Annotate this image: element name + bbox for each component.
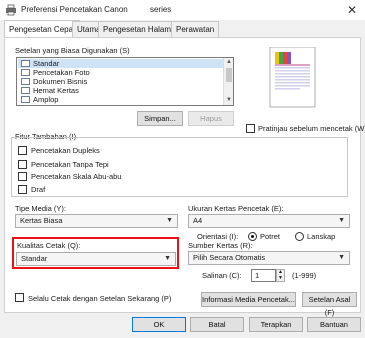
media-type-select[interactable]: Kertas Biasa ▼ [15, 214, 178, 228]
media-type-label: Tipe Media (Y): [15, 204, 66, 213]
close-button[interactable]: ✕ [344, 2, 360, 18]
portrait-label: Potret [260, 232, 281, 241]
envelope-icon [21, 96, 30, 103]
media-info-button[interactable]: Informasi Media Pencetak... [201, 292, 296, 307]
landscape-label: Lanskap [307, 232, 336, 241]
borderless-label: Pencetakan Tanpa Tepi [31, 160, 109, 169]
duplex-checkbox[interactable] [18, 146, 27, 155]
borderless-checkbox[interactable] [18, 160, 27, 169]
scroll-down-icon[interactable]: ▼ [224, 96, 233, 105]
photo-icon [21, 69, 30, 76]
copies-label: Salinan (C): [202, 271, 242, 280]
chevron-down-icon: ▼ [338, 254, 345, 261]
paper-source-select[interactable]: Pilih Secara Otomatis ▼ [188, 251, 350, 265]
copies-stepper[interactable]: ▲ ▼ [276, 269, 285, 282]
duplex-label: Pencetakan Dupleks [31, 146, 100, 155]
tab-maintenance[interactable]: Perawatan [171, 21, 220, 37]
scroll-up-icon[interactable]: ▲ [224, 58, 233, 67]
portrait-radio[interactable] [248, 232, 257, 241]
document-icon [21, 87, 30, 94]
draft-label: Draf [31, 185, 46, 194]
list-item[interactable]: Amplop [18, 95, 223, 104]
presets-scrollbar[interactable]: ▲ ▼ [223, 58, 233, 105]
copies-range: (1-999) [292, 271, 317, 280]
landscape-radio[interactable] [295, 232, 304, 241]
delete-button[interactable]: Hapus [188, 111, 234, 126]
preview-check-label: Pratinjau sebelum mencetak (W) [258, 124, 365, 133]
tab-quick-setup[interactable]: Pengesetan Cepat [4, 20, 81, 38]
list-item[interactable]: Pencetakan Foto [18, 68, 223, 77]
quality-label: Kualitas Cetak (Q): [17, 241, 81, 250]
apply-button[interactable]: Terapkan [249, 317, 303, 332]
printer-icon [6, 4, 16, 16]
chevron-down-icon: ▼ [166, 217, 173, 224]
always-print-label: Selalu Cetak dengan Setelan Sekarang (P) [28, 294, 172, 303]
scroll-thumb[interactable] [226, 68, 232, 82]
ok-button[interactable]: OK [132, 317, 186, 332]
document-icon [21, 78, 30, 85]
preview-checkbox[interactable] [246, 124, 255, 133]
chevron-down-icon: ▼ [338, 217, 345, 224]
chevron-down-icon: ▼ [164, 255, 171, 262]
page-preview [269, 47, 316, 108]
presets-label: Setelan yang Biasa Digunakan (S) [15, 46, 130, 55]
cancel-button[interactable]: Batal [190, 317, 244, 332]
paper-size-select[interactable]: A4 ▼ [188, 214, 350, 228]
list-item[interactable]: Standar [18, 59, 223, 68]
help-button[interactable]: Bantuan [307, 317, 361, 332]
stepper-down-icon[interactable]: ▼ [277, 275, 284, 281]
paper-size-label: Ukuran Kertas Pencetak (E): [188, 204, 284, 213]
always-print-checkbox[interactable] [15, 293, 24, 302]
close-icon: ✕ [346, 3, 358, 17]
document-icon [21, 60, 30, 67]
quality-select[interactable]: Standar ▼ [16, 252, 176, 266]
orientation-label: Orientasi (I): [197, 232, 239, 241]
copies-input[interactable]: 1 [251, 269, 276, 282]
grayscale-label: Pencetakan Skala Abu-abu [31, 172, 122, 181]
window-title: Preferensi Pencetakan Canon series [21, 5, 172, 14]
save-button[interactable]: Simpan... [137, 111, 183, 126]
draft-checkbox[interactable] [18, 185, 27, 194]
paper-source-label: Sumber Kertas (R): [188, 241, 253, 250]
grayscale-checkbox[interactable] [18, 172, 27, 181]
presets-listbox[interactable]: Standar Pencetakan Foto Dokumen Bisnis H… [16, 57, 234, 106]
list-item[interactable]: Dokumen Bisnis [18, 77, 223, 86]
defaults-button[interactable]: Setelan Asal (F) [302, 292, 357, 317]
list-item[interactable]: Hemat Kertas [18, 86, 223, 95]
